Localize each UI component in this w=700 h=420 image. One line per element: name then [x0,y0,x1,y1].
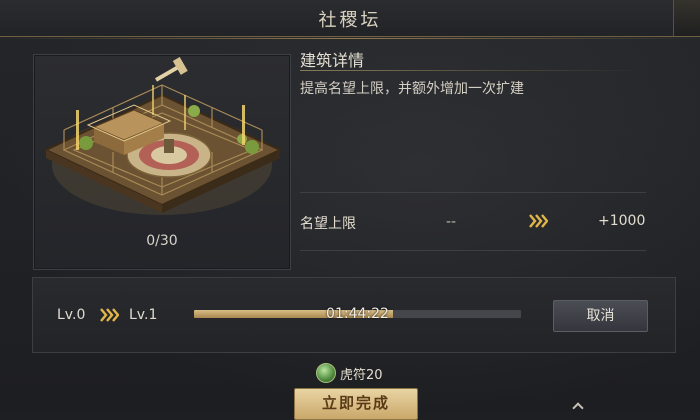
stat-current-value: -- [446,214,457,230]
building-image-panel: 0/30 [33,54,291,270]
triple-chevron-icon [100,308,119,322]
time-remaining: 01:44:22 [326,306,389,322]
hammer-icon [155,57,188,82]
tiger-tally-icon [316,363,336,383]
stat-label: 名望上限 [300,216,356,232]
next-level: Lv.1 [129,307,158,323]
construction-count: 0/30 [146,233,178,249]
upgrade-panel: Lv.0 Lv.1 01:44:22 取消 [32,277,676,353]
complete-now-button[interactable]: 立即完成 [294,388,418,420]
building-illustration [43,57,283,215]
stat-divider-bottom [300,250,646,251]
heading-divider [300,70,646,71]
stat-divider-top [300,192,646,193]
detail-description: 提高名望上限，并额外增加一次扩建 [300,81,524,97]
cancel-button[interactable]: 取消 [553,300,648,332]
title-bar: 社稷坛 [0,0,700,39]
window-title: 社稷坛 [318,10,382,31]
corner-ornament [673,0,700,36]
triple-chevron-icon [529,214,548,228]
cost-text: 虎符20 [340,368,383,383]
detail-heading: 建筑详情 [300,51,365,70]
stat-next-value: +1000 [598,213,646,229]
current-level: Lv.0 [57,307,86,323]
